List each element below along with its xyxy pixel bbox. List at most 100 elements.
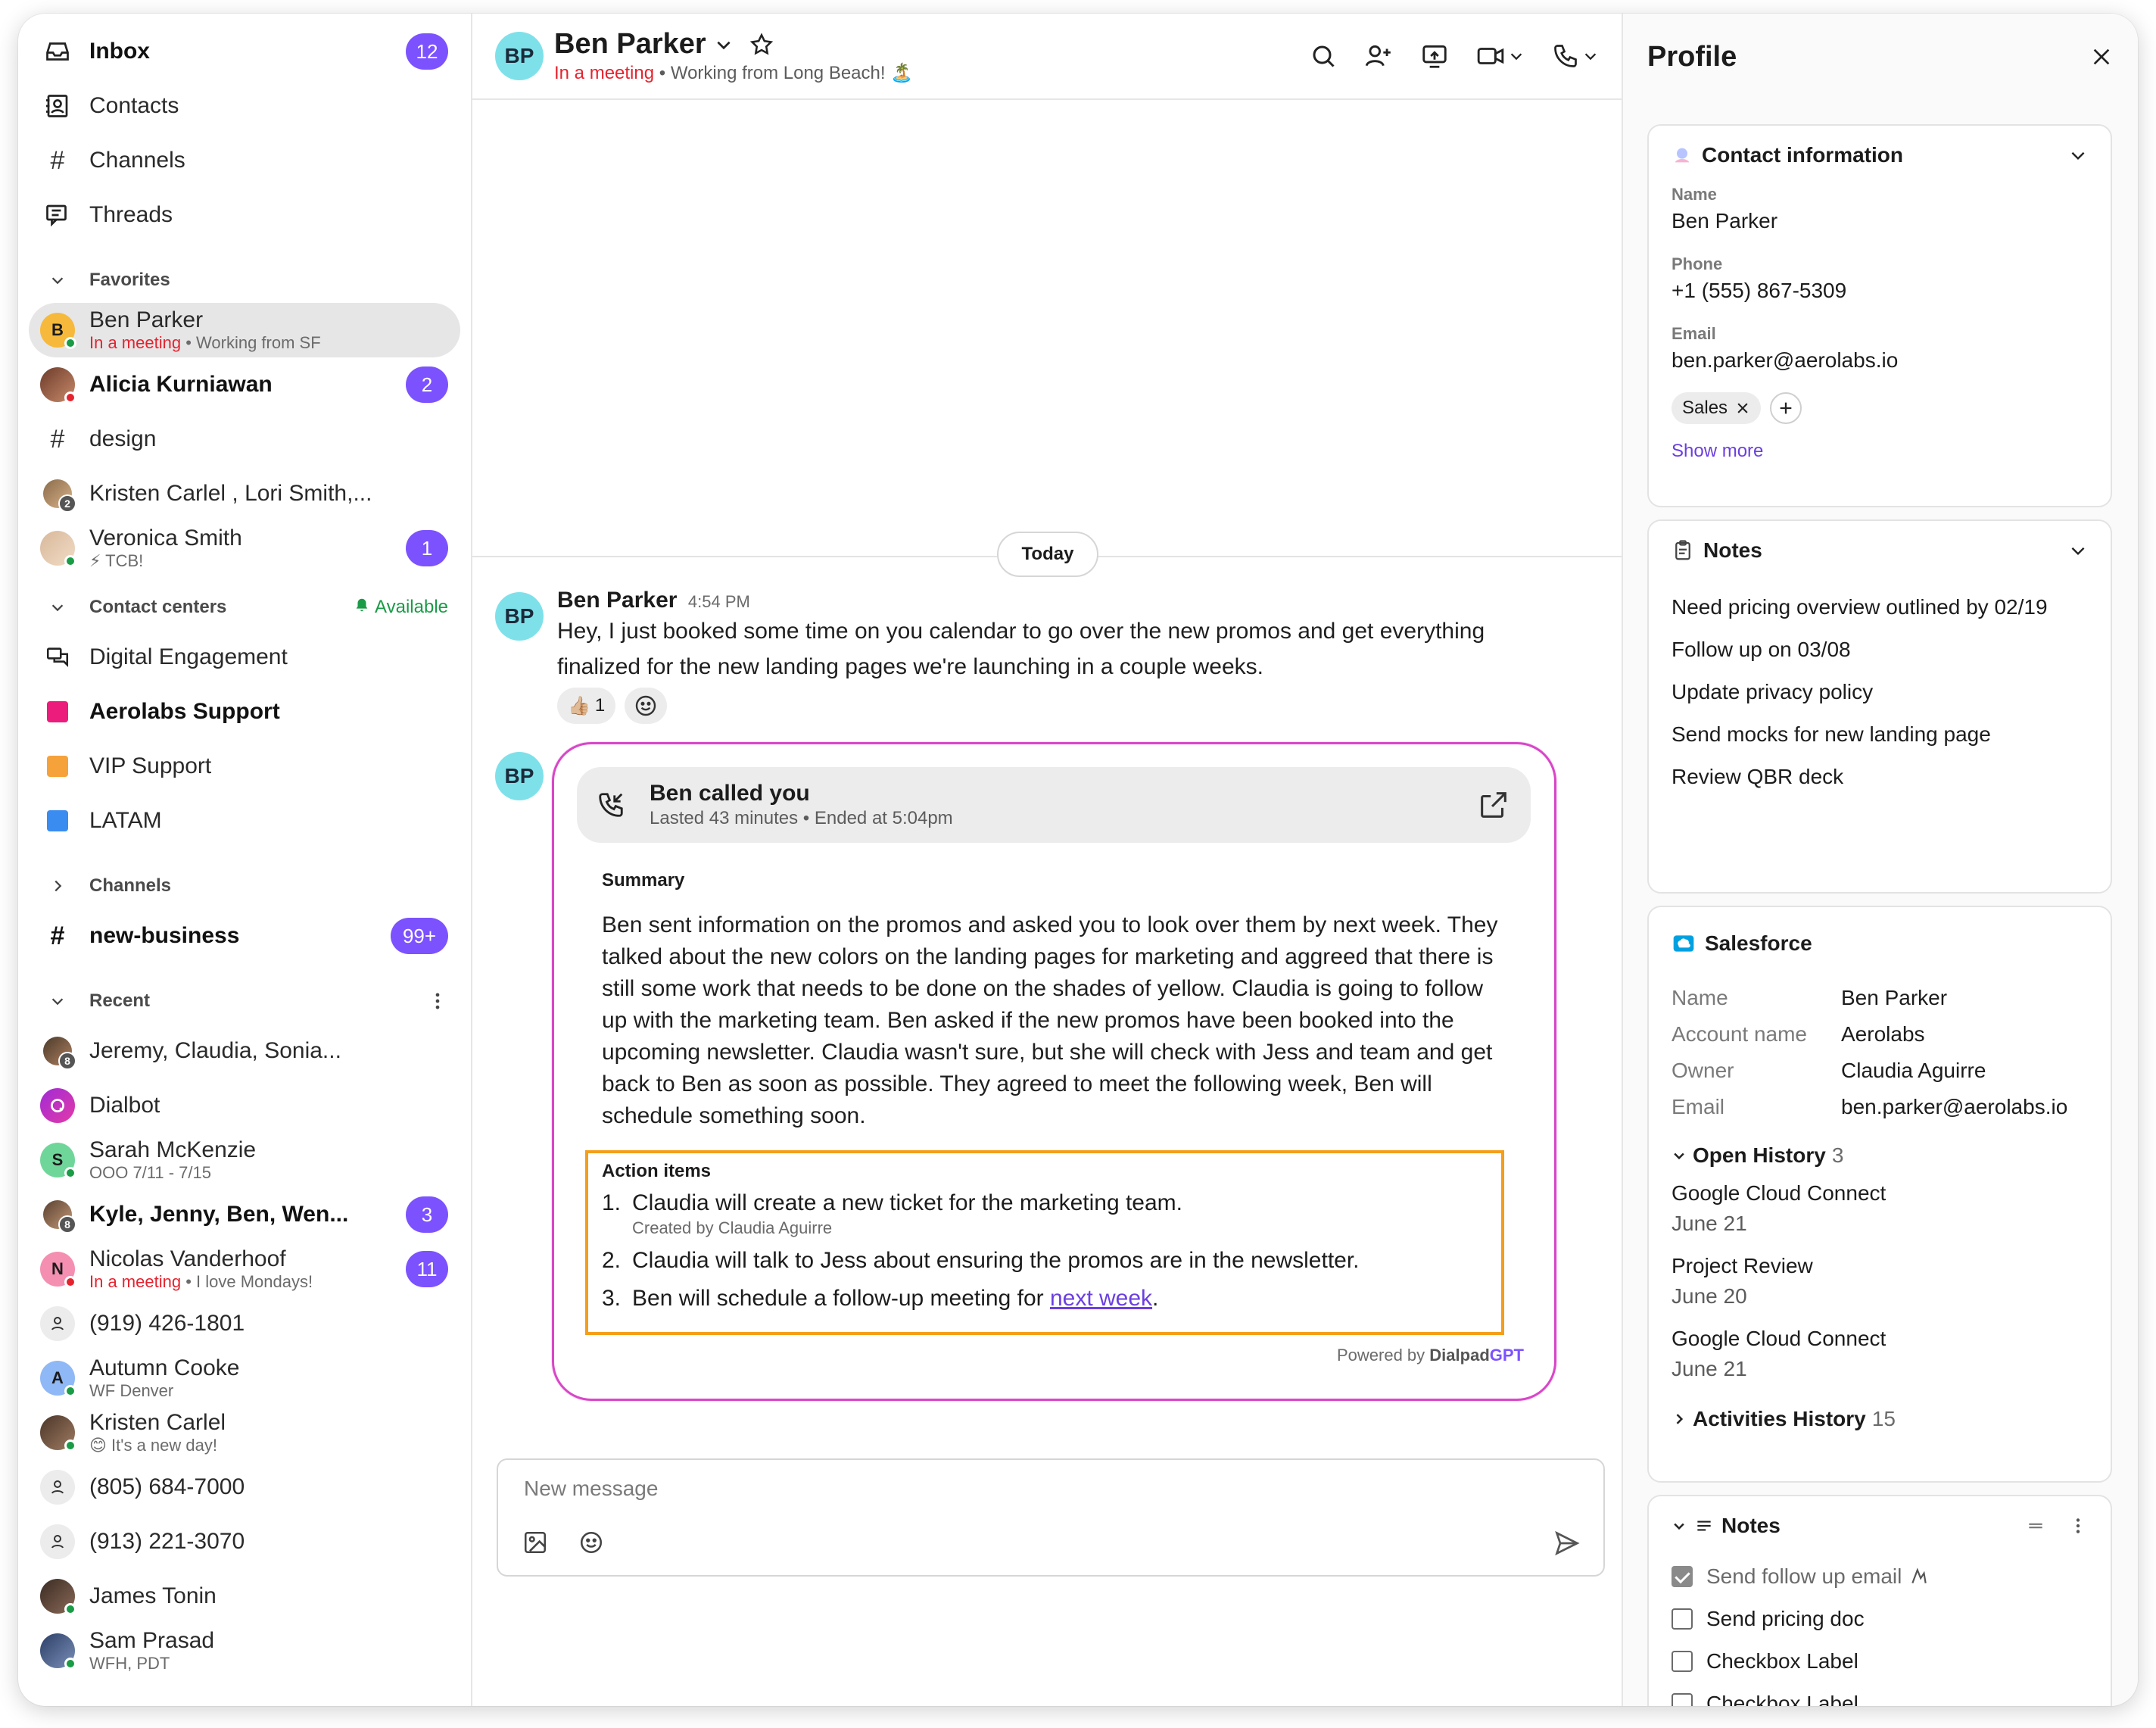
search-icon[interactable] bbox=[1310, 42, 1337, 70]
star-icon[interactable] bbox=[749, 32, 774, 58]
checkbox-checked[interactable] bbox=[1672, 1566, 1693, 1587]
inbox-icon bbox=[41, 35, 74, 68]
sidebar-item-alicia[interactable]: Alicia Kurniawan 2 bbox=[29, 357, 460, 412]
more-vertical-icon[interactable] bbox=[2068, 1516, 2088, 1536]
more-vertical-icon[interactable] bbox=[427, 990, 448, 1012]
screen-share-icon[interactable] bbox=[1420, 42, 1449, 70]
next-week-link[interactable]: next week bbox=[1050, 1286, 1152, 1311]
checklist-item[interactable]: Checkbox Label bbox=[1672, 1683, 2111, 1706]
message-avatar[interactable]: BP bbox=[495, 592, 544, 641]
sidebar-item-digital-engagement[interactable]: Digital Engagement bbox=[29, 630, 460, 685]
note-item[interactable]: Follow up on 03/08 bbox=[1672, 629, 2111, 671]
sidebar-item-new-business[interactable]: # new-business 99+ bbox=[29, 909, 460, 963]
sidebar-item-vip-support[interactable]: VIP Support bbox=[29, 739, 460, 794]
add-reaction-button[interactable] bbox=[625, 688, 668, 724]
checkbox[interactable] bbox=[1672, 1693, 1693, 1706]
checklist-item[interactable]: Send pricing doc bbox=[1672, 1598, 2111, 1640]
note-item[interactable]: Send mocks for new landing page bbox=[1672, 713, 2111, 756]
sidebar-item-group-kristen[interactable]: 2 Kristen Carlel , Lori Smith,... bbox=[29, 466, 460, 521]
contact-avatar[interactable]: BP bbox=[495, 32, 544, 80]
sidebar-item-recent-group-kyle[interactable]: 8 Kyle, Jenny, Ben, Wen... 3 bbox=[29, 1187, 460, 1242]
history-item[interactable]: Google Cloud Connect June 21 bbox=[1672, 1324, 2111, 1384]
sidebar-item-nicolas[interactable]: N Nicolas Vanderhoof In a meeting • I lo… bbox=[29, 1242, 460, 1296]
checklist-item[interactable]: Send follow up email bbox=[1672, 1555, 2111, 1598]
open-history-toggle[interactable]: Open History 3 bbox=[1672, 1143, 2111, 1168]
phone-value[interactable]: +1 (555) 867-5309 bbox=[1672, 279, 2111, 303]
sidebar-item-autumn[interactable]: A Autumn Cooke WF Denver bbox=[29, 1351, 460, 1405]
call-avatar[interactable]: BP bbox=[495, 752, 544, 800]
external-link-icon[interactable] bbox=[1476, 788, 1511, 822]
sidebar-item-phone-913[interactable]: (913) 221-3070 bbox=[29, 1514, 460, 1569]
sidebar-item-veronica[interactable]: Veronica Smith ⚡ TCB! 1 bbox=[29, 521, 460, 575]
channels-section-header[interactable]: Channels bbox=[29, 863, 460, 909]
checklist-item[interactable]: Checkbox Label bbox=[1672, 1640, 2111, 1683]
chat-header-status: In a meeting • Working from Long Beach! … bbox=[554, 63, 914, 83]
phone-call-icon[interactable] bbox=[1552, 42, 1599, 70]
contact-information-header[interactable]: Contact information bbox=[1649, 126, 2111, 185]
history-title: Google Cloud Connect bbox=[1672, 1327, 1886, 1350]
call-ended: Ended at 5:04pm bbox=[814, 808, 953, 828]
add-person-icon[interactable] bbox=[1364, 42, 1393, 70]
message-input[interactable]: New message bbox=[524, 1477, 658, 1501]
drag-handle-icon[interactable] bbox=[2026, 1516, 2045, 1536]
sidebar-item-dialbot[interactable]: Dialbot bbox=[29, 1078, 460, 1133]
recent-section-header[interactable]: Recent bbox=[29, 978, 460, 1024]
sidebar-item-sarah[interactable]: S Sarah McKenzie OOO 7/11 - 7/15 bbox=[29, 1133, 460, 1187]
sidebar-item-ben-parker[interactable]: B Ben Parker In a meeting • Working from… bbox=[29, 303, 460, 357]
checkbox[interactable] bbox=[1672, 1608, 1693, 1630]
sidebar-item-latam[interactable]: LATAM bbox=[29, 794, 460, 848]
sidebar-item-aerolabs-support[interactable]: Aerolabs Support bbox=[29, 685, 460, 739]
activities-history-toggle[interactable]: Activities History 15 bbox=[1672, 1407, 2111, 1431]
center-name: Digital Engagement bbox=[89, 644, 288, 669]
availability-toggle[interactable]: Available bbox=[354, 597, 448, 619]
call-bar[interactable]: Ben called you Lasted 43 minutes • Ended… bbox=[577, 767, 1531, 843]
emoji-icon[interactable] bbox=[578, 1530, 604, 1555]
video-call-icon[interactable] bbox=[1476, 42, 1525, 70]
add-tag-button[interactable] bbox=[1770, 392, 1802, 424]
image-icon[interactable] bbox=[522, 1530, 548, 1555]
contact-name: Sarah McKenzie bbox=[89, 1137, 257, 1162]
sidebar-item-contacts[interactable]: Contacts bbox=[29, 79, 460, 133]
sidebar-item-sam[interactable]: Sam Prasad WFH, PDT bbox=[29, 1624, 460, 1678]
sidebar-item-phone-919[interactable]: (919) 426-1801 bbox=[29, 1296, 460, 1351]
sidebar-item-threads[interactable]: Threads bbox=[29, 188, 460, 242]
chevron-down-icon[interactable] bbox=[714, 35, 734, 55]
checkbox[interactable] bbox=[1672, 1651, 1693, 1672]
avatar: N bbox=[40, 1252, 76, 1288]
send-icon[interactable] bbox=[1553, 1530, 1581, 1557]
unread-badge: 99+ bbox=[391, 918, 448, 954]
favorites-section-header[interactable]: Favorites bbox=[29, 257, 460, 303]
chevron-down-icon[interactable] bbox=[2068, 145, 2088, 165]
message-composer[interactable]: New message bbox=[497, 1458, 1605, 1577]
note-item[interactable]: Need pricing overview outlined by 02/19 bbox=[1672, 586, 2111, 629]
chevron-down-icon[interactable] bbox=[1672, 1518, 1687, 1533]
chevron-down-icon[interactable] bbox=[2068, 541, 2088, 560]
reactions: 👍🏼 1 bbox=[557, 688, 1572, 724]
close-icon[interactable] bbox=[2089, 45, 2114, 69]
note-item[interactable]: Review QBR deck bbox=[1672, 756, 2111, 798]
show-more-link[interactable]: Show more bbox=[1672, 441, 2111, 462]
bell-icon bbox=[354, 597, 370, 619]
sidebar-item-phone-805[interactable]: (805) 684-7000 bbox=[29, 1460, 460, 1514]
sidebar-item-kristen-carlel[interactable]: Kristen Carlel 😊 It's a new day! bbox=[29, 1405, 460, 1460]
remove-tag-icon[interactable] bbox=[1735, 401, 1750, 416]
sidebar-item-james[interactable]: James Tonin bbox=[29, 1569, 460, 1624]
contact-name[interactable]: Ben Parker bbox=[554, 28, 706, 61]
action-text: Claudia will talk to Jess about ensuring… bbox=[632, 1248, 1360, 1273]
contact-status-line: In a meeting • I love Mondays! bbox=[89, 1272, 313, 1291]
dialbot-avatar bbox=[40, 1088, 75, 1123]
contact-centers-section-header[interactable]: Contact centers Available bbox=[29, 585, 460, 630]
notes-checklist-header[interactable]: Notes bbox=[1649, 1496, 2111, 1555]
sidebar-item-inbox[interactable]: Inbox 12 bbox=[29, 24, 460, 79]
reaction-thumbs-up[interactable]: 👍🏼 1 bbox=[557, 688, 616, 724]
history-item[interactable]: Project Review June 20 bbox=[1672, 1251, 2111, 1312]
sidebar-item-design[interactable]: # design bbox=[29, 412, 460, 466]
sidebar-item-channels[interactable]: # Channels bbox=[29, 133, 460, 188]
history-item[interactable]: Google Cloud Connect June 21 bbox=[1672, 1178, 2111, 1239]
powered-brand: Dialpad bbox=[1429, 1346, 1490, 1365]
tag-chip[interactable]: Sales bbox=[1672, 392, 1762, 424]
notes-header[interactable]: Notes bbox=[1649, 521, 2111, 580]
note-item[interactable]: Update privacy policy bbox=[1672, 671, 2111, 713]
email-value[interactable]: ben.parker@aerolabs.io bbox=[1672, 348, 2111, 373]
sidebar-item-recent-group-jeremy[interactable]: 8 Jeremy, Claudia, Sonia... bbox=[29, 1024, 460, 1078]
